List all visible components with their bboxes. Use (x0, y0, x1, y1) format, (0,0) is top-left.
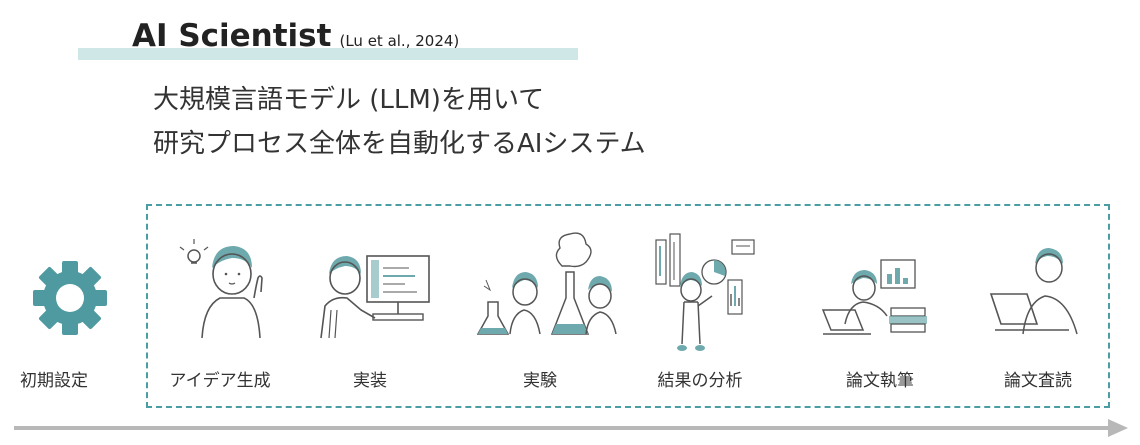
step-peer-review: 論文査読 (968, 206, 1108, 396)
step-label-review: 論文査読 (1004, 371, 1072, 391)
idea-person-icon (179, 239, 263, 339)
step-implementation: 実装 (300, 206, 440, 396)
step-idea-generation: アイデア生成 (150, 206, 290, 396)
subtitle-line-1: 大規模言語モデル (LLM)を用いて (153, 85, 545, 115)
paper-review-icon (989, 248, 1078, 335)
title-block: AI Scientist (Lu et al., 2024) (78, 12, 578, 70)
process-arrow (14, 418, 1130, 442)
step-label-implementation: 実装 (353, 371, 387, 391)
step-label-experiment: 実験 (523, 371, 557, 391)
data-analysis-icon (655, 233, 755, 351)
subtitle-line-2: 研究プロセス全体を自動化するAIシステム (153, 129, 646, 159)
paper-writing-icon (821, 259, 927, 335)
title-main: AI Scientist (132, 18, 332, 54)
gear-icon (32, 260, 108, 340)
research-process-box (146, 204, 1110, 408)
title-citation: (Lu et al., 2024) (339, 32, 460, 50)
lab-experiment-icon (476, 232, 617, 335)
step-analysis: 結果の分析 (630, 206, 770, 396)
step-label-idea: アイデア生成 (169, 371, 271, 391)
coding-person-icon (320, 255, 430, 339)
step-paper-writing: 論文執筆 (810, 206, 950, 396)
page-title: AI Scientist (Lu et al., 2024) (132, 18, 459, 59)
step-label-analysis: 結果の分析 (657, 371, 743, 391)
initial-setup-label: 初期設定 (20, 371, 88, 391)
step-experiment: 実験 (470, 206, 617, 396)
step-label-writing: 論文執筆 (846, 371, 914, 391)
